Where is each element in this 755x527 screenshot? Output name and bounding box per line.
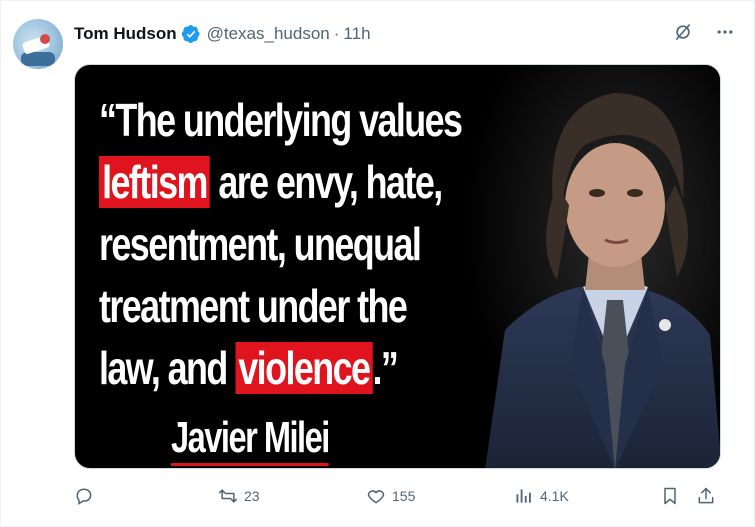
avatar[interactable] [13,19,63,69]
views-button[interactable]: 4.1K [514,486,569,506]
top-actions [672,21,736,43]
retweet-count: 23 [244,488,260,504]
verified-badge-icon[interactable] [181,24,201,44]
separator-dot: · [333,24,340,43]
grok-icon[interactable] [672,21,694,43]
quote-line-5: law, and [99,342,228,394]
reply-icon [76,488,92,505]
share-icon [698,487,714,504]
bookmark-button[interactable] [660,486,680,506]
views-icon [516,489,531,503]
tweet-header: Tom Hudson @texas_hudson · 11h [74,22,371,46]
quote-line-1: “The underlying values of [99,94,502,146]
more-icon[interactable] [714,21,736,43]
quote-text: “The underlying values of leftism are en… [99,89,502,399]
quote-line-2: are envy, hate, [218,156,443,208]
retweet-button[interactable]: 23 [218,486,260,506]
user-handle[interactable]: @texas_hudson [207,24,330,44]
tweet-actions: 23 155 4.1K [74,486,724,510]
quote-line-3: resentment, unequal [99,218,422,270]
portrait-photo [465,65,720,468]
reply-button[interactable] [74,486,100,506]
bookmark-icon [664,487,676,505]
heart-icon [367,490,385,504]
quote-attribution: Javier Milei [171,415,330,466]
highlight-leftism: leftism [99,156,210,208]
timestamp[interactable]: 11h [343,24,370,44]
like-count: 155 [392,488,416,504]
like-button[interactable]: 155 [366,486,415,506]
tweet-card[interactable]: Tom Hudson @texas_hudson · 11h “The unde… [0,0,755,527]
display-name[interactable]: Tom Hudson [74,24,177,44]
retweet-icon [218,489,238,503]
quote-close: .” [372,342,399,394]
share-button[interactable] [696,486,716,506]
highlight-violence: violence [235,342,373,394]
views-count: 4.1K [540,488,569,504]
tweet-image[interactable]: “The underlying values of leftism are en… [74,64,721,469]
quote-line-4: treatment under the [99,280,408,332]
